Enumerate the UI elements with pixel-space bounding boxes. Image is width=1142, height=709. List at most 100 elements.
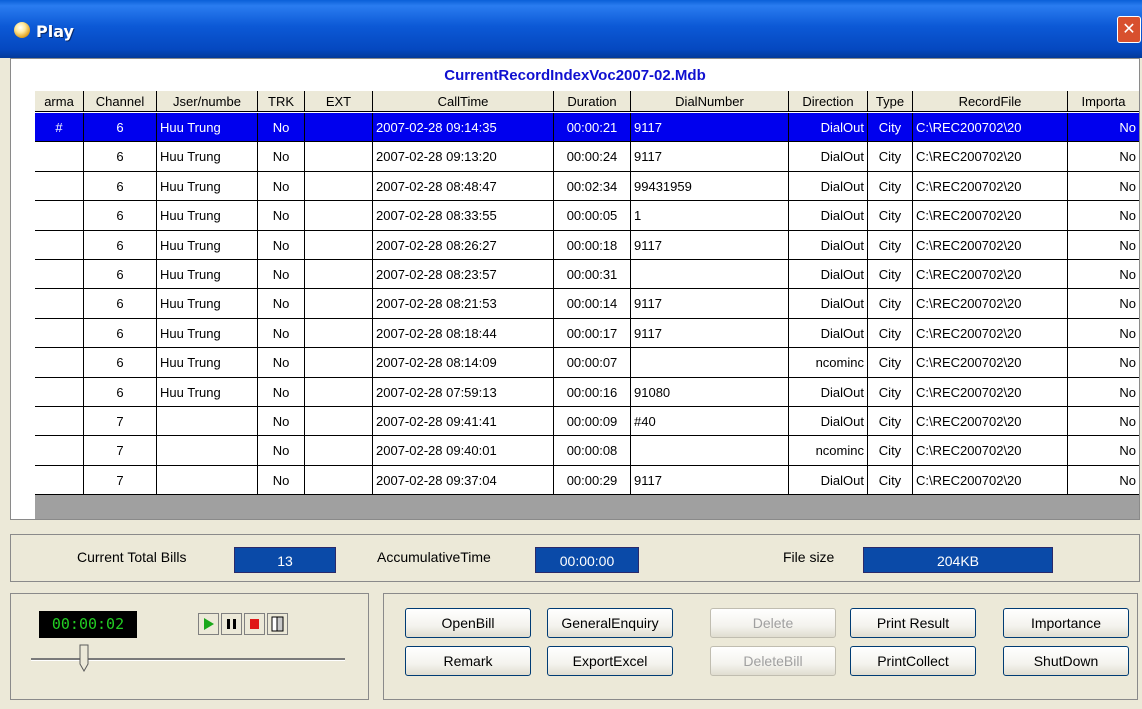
cell-channel: 6 (84, 201, 157, 230)
seek-slider-thumb[interactable] (79, 644, 89, 673)
cell-duration: 00:00:07 (554, 348, 631, 377)
openbill-button[interactable]: OpenBill (405, 608, 531, 638)
cell-channel: 6 (84, 289, 157, 318)
total-bills-value: 13 (234, 547, 336, 573)
close-button[interactable]: ✕ (1117, 16, 1141, 43)
cell-direction: DialOut (789, 201, 868, 230)
cell-dialnumber: 9117 (631, 289, 789, 318)
cell-channel: 6 (84, 260, 157, 289)
cell-fh (35, 142, 84, 171)
table-row[interactable]: 7 No 2007-02-28 09:37:04 00:00:29 9117 DialOu… (35, 465, 1139, 496)
table-row[interactable]: 6 Huu Trung No 2007-02-28 08:33:55 00:00:05 1… (35, 201, 1139, 231)
cell-ext (305, 113, 373, 142)
cell-fh: # (35, 113, 84, 142)
cell-type: City (868, 377, 913, 406)
cell-ext (305, 348, 373, 377)
cell-dialnumber: 1 (631, 201, 789, 230)
cell-direction: DialOut (789, 230, 868, 259)
accumulative-time-value: 00:00:00 (535, 547, 639, 573)
column-header-calltime[interactable]: CallTime (373, 91, 554, 112)
cell-duration: 00:00:29 (554, 465, 631, 495)
cell-duration: 00:00:21 (554, 113, 631, 142)
column-header-importance[interactable]: Importa (1068, 91, 1139, 112)
cell-calltime: 2007-02-28 09:13:20 (373, 142, 554, 171)
column-header-trk[interactable]: TRK (258, 91, 305, 112)
column-header-dialnumber[interactable]: DialNumber (631, 91, 789, 112)
cell-ext (305, 230, 373, 259)
print-result-button[interactable]: Print Result (850, 608, 976, 638)
cell-ext (305, 171, 373, 201)
cell-direction: ncominc (789, 436, 868, 465)
table-row[interactable]: 6 Huu Trung No 2007-02-28 08:48:47 00:02:34 9… (35, 171, 1139, 202)
cell-duration: 00:02:34 (554, 171, 631, 201)
cell-recordfile: C:\REC200702\20 (913, 348, 1068, 377)
seek-slider-track[interactable] (31, 658, 345, 661)
table-row[interactable]: 6 Huu Trung No 2007-02-28 08:26:27 00:00:18 9… (35, 230, 1139, 260)
cell-recordfile: C:\REC200702\20 (913, 318, 1068, 348)
cell-importance: No (1068, 436, 1139, 464)
column-header-channel[interactable]: Channel (84, 91, 157, 112)
cell-calltime: 2007-02-28 08:26:27 (373, 230, 554, 259)
column-header-ext[interactable]: EXT (305, 91, 373, 112)
cell-duration: 00:00:05 (554, 201, 631, 230)
cell-recordfile: C:\REC200702\20 (913, 436, 1068, 465)
cell-user (157, 407, 258, 436)
cell-ext (305, 407, 373, 436)
cell-importance: No (1068, 113, 1139, 141)
stop-icon[interactable] (244, 613, 265, 635)
cell-dialnumber: 9117 (631, 318, 789, 348)
cell-channel: 6 (84, 142, 157, 171)
cell-channel: 6 (84, 230, 157, 259)
title-bar[interactable]: Play ✕ (0, 0, 1142, 58)
cell-ext (305, 377, 373, 406)
column-header-recordfile[interactable]: RecordFile (913, 91, 1068, 112)
cell-type: City (868, 436, 913, 465)
cell-duration: 00:00:18 (554, 230, 631, 259)
importance-button[interactable]: Importance (1003, 608, 1129, 638)
cell-fh (35, 230, 84, 259)
play-icon[interactable] (198, 613, 219, 635)
cell-type: City (868, 230, 913, 259)
generalenquiry-button[interactable]: GeneralEnquiry (547, 608, 673, 638)
shutdown-button[interactable]: ShutDown (1003, 646, 1129, 676)
cell-fh (35, 377, 84, 406)
cell-ext (305, 142, 373, 171)
cell-importance: No (1068, 319, 1139, 347)
table-row[interactable]: 6 Huu Trung No 2007-02-28 08:21:53 00:00:14 9… (35, 289, 1139, 319)
column-header-duration[interactable]: Duration (554, 91, 631, 112)
pause-icon[interactable] (221, 613, 242, 635)
printcollect-button[interactable]: PrintCollect (850, 646, 976, 676)
cell-dialnumber: 9117 (631, 142, 789, 171)
cell-user: Huu Trung (157, 260, 258, 289)
column-header-user[interactable]: Jser/numbe (157, 91, 258, 112)
export-icon[interactable] (267, 613, 288, 635)
table-row[interactable]: 6 Huu Trung No 2007-02-28 08:23:57 00:00:31 D… (35, 260, 1139, 290)
column-header-fh[interactable]: arma (35, 91, 84, 112)
table-row[interactable]: #6 Huu Trung No 2007-02-28 09:14:35 00:00:21… (35, 113, 1139, 143)
cell-ext (305, 465, 373, 495)
table-row[interactable]: 7 No 2007-02-28 09:40:01 00:00:08 ncominc Cit… (35, 436, 1139, 466)
column-header-direction[interactable]: Direction (789, 91, 868, 112)
cell-calltime: 2007-02-28 07:59:13 (373, 377, 554, 406)
remark-button[interactable]: Remark (405, 646, 531, 676)
table-row[interactable]: 6 Huu Trung No 2007-02-28 07:59:13 00:00:16 9… (35, 377, 1139, 407)
cell-user: Huu Trung (157, 318, 258, 348)
app-icon (14, 22, 30, 38)
table-row[interactable]: 6 Huu Trung No 2007-02-28 08:18:44 00:00:17 9… (35, 318, 1139, 349)
cell-importance: No (1068, 289, 1139, 317)
cell-user: Huu Trung (157, 377, 258, 406)
table-row[interactable]: 6 Huu Trung No 2007-02-28 08:14:09 00:00:07 n… (35, 348, 1139, 378)
table-row[interactable]: 7 No 2007-02-28 09:41:41 00:00:09 #40 DialOut… (35, 407, 1139, 437)
table-row[interactable]: 6 Huu Trung No 2007-02-28 09:13:20 00:00:24 9… (35, 142, 1139, 172)
cell-recordfile: C:\REC200702\20 (913, 230, 1068, 259)
cell-type: City (868, 318, 913, 348)
cell-type: City (868, 201, 913, 230)
cell-dialnumber: 99431959 (631, 171, 789, 201)
column-header-type[interactable]: Type (868, 91, 913, 112)
cell-type: City (868, 113, 913, 142)
cell-importance: No (1068, 348, 1139, 376)
file-size-label: File size (783, 549, 835, 565)
exportexcel-button[interactable]: ExportExcel (547, 646, 673, 676)
cell-recordfile: C:\REC200702\20 (913, 407, 1068, 436)
cell-fh (35, 171, 84, 201)
